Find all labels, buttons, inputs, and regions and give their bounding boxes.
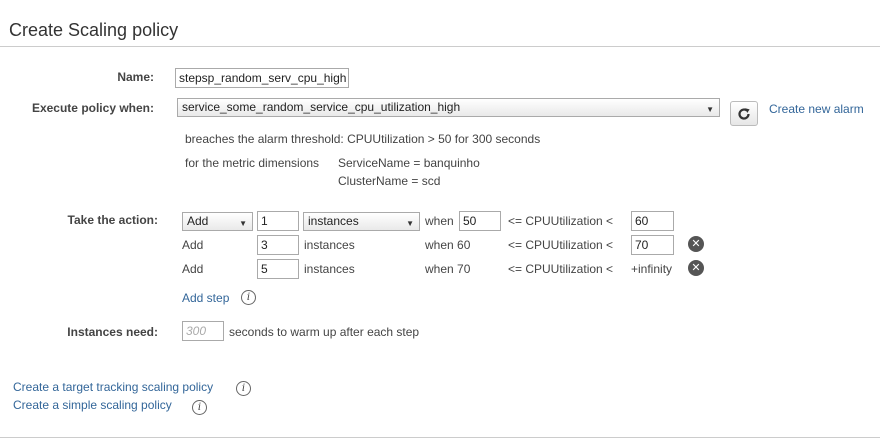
- info-icon[interactable]: i: [241, 290, 256, 305]
- chevron-down-icon: ▼: [406, 219, 414, 228]
- metric-dimensions-label: for the metric dimensions: [185, 156, 320, 170]
- create-new-alarm-link[interactable]: Create new alarm: [769, 102, 864, 116]
- step-1-op-select[interactable]: Add ▼: [182, 212, 253, 231]
- step-3-remove-icon[interactable]: ✕: [688, 260, 704, 276]
- step-3-unit: instances: [304, 262, 355, 276]
- info-icon[interactable]: i: [236, 381, 251, 396]
- chevron-down-icon: ▼: [239, 219, 247, 228]
- step-3-when: when 70: [425, 262, 471, 276]
- name-input[interactable]: stepsp_random_serv_cpu_high: [175, 68, 349, 88]
- create-target-tracking-policy-link[interactable]: Create a target tracking scaling policy: [13, 380, 213, 394]
- refresh-icon: [738, 107, 750, 120]
- chevron-down-icon: ▼: [706, 105, 714, 114]
- step-1-lower-input[interactable]: 50: [459, 211, 501, 231]
- step-2-upper-input[interactable]: 70: [631, 235, 674, 255]
- step-2-remove-icon[interactable]: ✕: [688, 236, 704, 252]
- warmup-suffix: seconds to warm up after each step: [229, 325, 420, 339]
- alarm-select-value: service_some_random_service_cpu_utilizat…: [182, 100, 461, 114]
- page-title: Create Scaling policy: [9, 20, 179, 40]
- step-1-when-label: when: [425, 214, 454, 228]
- dimension-service: ServiceName = banquinho: [338, 156, 480, 170]
- execute-policy-label: Execute policy when:: [31, 101, 154, 115]
- name-label: Name:: [117, 70, 154, 84]
- step-2-amount-input[interactable]: 3: [257, 235, 299, 255]
- breach-threshold-text: breaches the alarm threshold: CPUUtiliza…: [185, 132, 541, 146]
- step-1-amount-input[interactable]: 1: [257, 211, 299, 231]
- step-3-condition: <= CPUUtilization <: [508, 262, 614, 276]
- info-icon[interactable]: i: [192, 400, 207, 415]
- step-2-when: when 60: [425, 238, 471, 252]
- create-simple-policy-link[interactable]: Create a simple scaling policy: [13, 398, 172, 412]
- warmup-seconds-input[interactable]: 300: [182, 321, 224, 341]
- step-2-condition: <= CPUUtilization <: [508, 238, 614, 252]
- step-1-op-value: Add: [187, 214, 209, 228]
- step-3-amount-input[interactable]: 5: [257, 259, 299, 279]
- step-2-unit: instances: [304, 238, 355, 252]
- instances-need-label: Instances need:: [67, 325, 158, 339]
- step-3-upper: +infinity: [631, 262, 673, 276]
- step-3-op: Add: [182, 262, 204, 276]
- refresh-alarms-button[interactable]: [730, 101, 758, 126]
- bottom-divider: [0, 437, 880, 438]
- take-action-label: Take the action:: [67, 213, 158, 227]
- step-1-upper-input[interactable]: 60: [631, 211, 674, 231]
- step-1-unit-value: instances: [308, 214, 359, 228]
- title-divider: [0, 46, 880, 47]
- dimension-cluster: ClusterName = scd: [338, 174, 441, 188]
- add-step-link[interactable]: Add step: [182, 291, 229, 305]
- step-2-op: Add: [182, 238, 204, 252]
- step-1-condition: <= CPUUtilization <: [508, 214, 614, 228]
- alarm-select[interactable]: service_some_random_service_cpu_utilizat…: [177, 98, 720, 117]
- step-1-unit-select[interactable]: instances ▼: [303, 212, 420, 231]
